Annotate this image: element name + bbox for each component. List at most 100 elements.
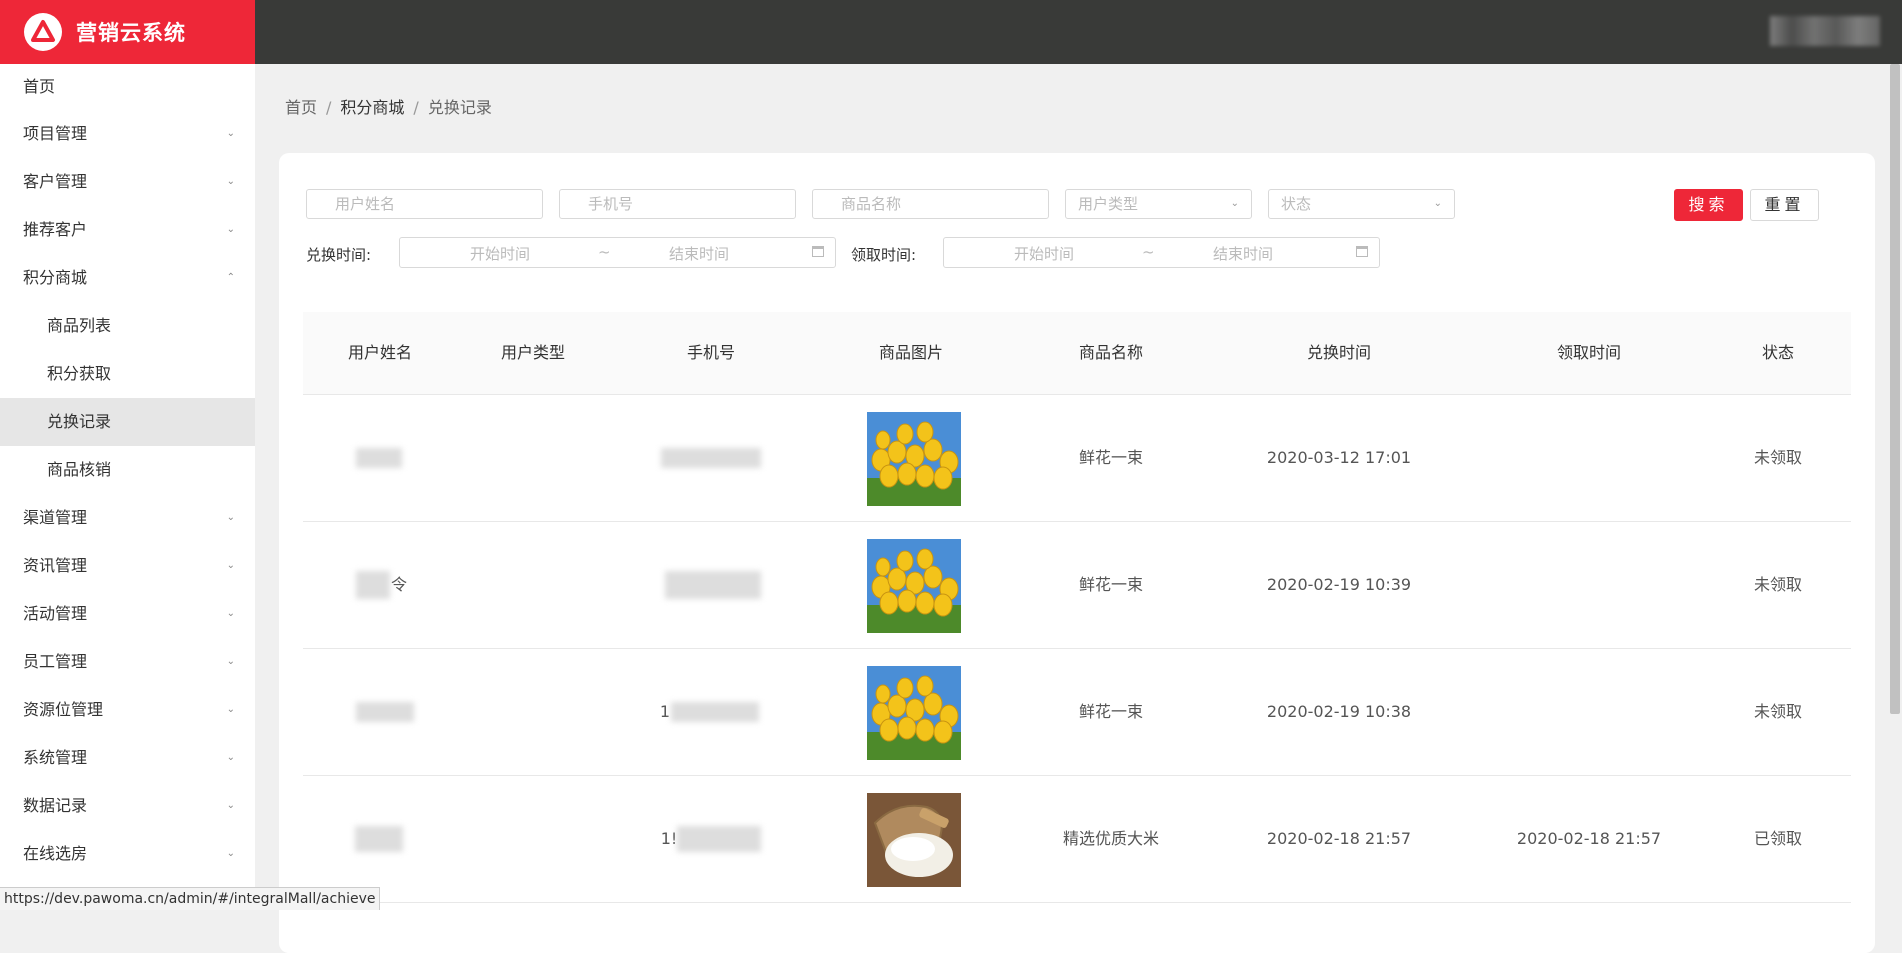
- col-phone: 手机号: [686, 343, 736, 362]
- cell-status: 已领取: [1753, 829, 1803, 848]
- phone-input[interactable]: [559, 189, 796, 219]
- sidebar-subitem-points-earn[interactable]: 积分获取: [0, 350, 255, 398]
- cell-exchange-time: 2020-02-18 21:57: [1266, 829, 1412, 848]
- sidebar-item-projects[interactable]: 项目管理 ⌄: [0, 110, 255, 158]
- cell-user-name: 令: [390, 575, 408, 594]
- sidebar: 首页 项目管理 ⌄ 客户管理 ⌄ 推荐客户 ⌄ 积分商城 ⌃ 商品列表 积分获取…: [0, 64, 255, 910]
- col-product-name: 商品名称: [1078, 343, 1144, 362]
- sidebar-item-resource-slots[interactable]: 资源位管理 ⌄: [0, 686, 255, 734]
- status-placeholder: 状态: [1281, 195, 1312, 213]
- app-title: 营销云系统: [76, 21, 186, 45]
- redacted-user-name: [356, 702, 414, 722]
- sidebar-item-label: 在线选房: [23, 844, 88, 863]
- sidebar-item-label: 商品列表: [47, 316, 112, 335]
- sidebar-item-staff[interactable]: 员工管理 ⌄: [0, 638, 255, 686]
- sidebar-subitem-product-redemption[interactable]: 商品核销: [0, 446, 255, 494]
- sidebar-item-news[interactable]: 资讯管理 ⌄: [0, 542, 255, 590]
- sidebar-item-online-house[interactable]: 在线选房 ⌄: [0, 830, 255, 878]
- col-exchange-time: 兑换时间: [1306, 343, 1372, 362]
- records-table: 用户姓名 用户类型 手机号 商品图片 商品名称 兑换时间 领取时间 状态 鲜花一…: [303, 312, 1851, 903]
- sidebar-item-referrals[interactable]: 推荐客户 ⌄: [0, 206, 255, 254]
- breadcrumb: 首页 / 积分商城 / 兑换记录: [285, 94, 492, 118]
- table-row[interactable]: 1 鲜花一束 2020-02-19 10:38 未领取: [303, 649, 1851, 776]
- sidebar-subitem-product-list[interactable]: 商品列表: [0, 302, 255, 350]
- table-row[interactable]: 1! 精选优质大米 2020-02-18 21:57 2020-02-18 21…: [303, 776, 1851, 903]
- sidebar-item-activities[interactable]: 活动管理 ⌄: [0, 590, 255, 638]
- redacted-phone: [677, 826, 761, 852]
- status-select[interactable]: 状态 ⌄: [1268, 189, 1455, 219]
- claim-time-range[interactable]: 开始时间 ~ 结束时间: [943, 237, 1380, 268]
- breadcrumb-home[interactable]: 首页: [285, 98, 317, 117]
- redacted-user-name: [356, 448, 402, 468]
- reset-button[interactable]: 重置: [1750, 189, 1819, 221]
- col-status: 状态: [1761, 343, 1795, 362]
- chevron-down-icon: ⌄: [226, 608, 235, 619]
- sidebar-item-label: 数据记录: [23, 796, 88, 815]
- sidebar-item-channels[interactable]: 渠道管理 ⌄: [0, 494, 255, 542]
- breadcrumb-separator: /: [413, 98, 419, 117]
- sidebar-item-label: 积分获取: [47, 364, 112, 383]
- sidebar-item-label: 系统管理: [23, 748, 88, 767]
- user-avatar[interactable]: [1770, 16, 1880, 46]
- cell-exchange-time: 2020-03-12 17:01: [1266, 448, 1412, 467]
- claim-time-label: 领取时间:: [851, 246, 917, 264]
- user-name-input[interactable]: [306, 189, 543, 219]
- exchange-time-range[interactable]: 开始时间 ~ 结束时间: [399, 237, 836, 268]
- cell-product-name: 精选优质大米: [1062, 829, 1160, 848]
- chevron-down-icon: ⌄: [226, 224, 235, 235]
- sidebar-item-label: 资讯管理: [23, 556, 88, 575]
- tulip-product-image: [867, 666, 961, 760]
- user-type-placeholder: 用户类型: [1078, 195, 1139, 213]
- sidebar-item-system[interactable]: 系统管理 ⌄: [0, 734, 255, 782]
- redacted-phone: [665, 571, 761, 599]
- cell-status: 未领取: [1753, 448, 1803, 467]
- sidebar-item-points-mall[interactable]: 积分商城 ⌃: [0, 254, 255, 302]
- sidebar-item-label: 兑换记录: [47, 412, 112, 431]
- chevron-down-icon: ⌄: [226, 176, 235, 187]
- cell-exchange-time: 2020-02-19 10:39: [1266, 575, 1412, 594]
- breadcrumb-section[interactable]: 积分商城: [340, 98, 404, 117]
- redacted-user-name: [356, 571, 390, 599]
- chevron-down-icon: ⌄: [226, 128, 235, 139]
- scrollbar-thumb[interactable]: [1890, 64, 1900, 714]
- cell-product-name: 鲜花一束: [1078, 575, 1144, 594]
- redacted-phone: [671, 702, 759, 722]
- sidebar-item-data-records[interactable]: 数据记录 ⌄: [0, 782, 255, 830]
- sidebar-item-customers[interactable]: 客户管理 ⌄: [0, 158, 255, 206]
- rice-product-image: [867, 793, 961, 887]
- table-header: 用户姓名 用户类型 手机号 商品图片 商品名称 兑换时间 领取时间 状态: [303, 312, 1851, 395]
- range-separator: ~: [1142, 243, 1155, 261]
- redacted-user-name: [355, 826, 403, 852]
- redacted-phone: [661, 448, 761, 468]
- main-content: 首页 / 积分商城 / 兑换记录 用户类型 ⌄ 状态 ⌄ 搜索 重置 兑换时间: 开始时…: [255, 64, 1902, 953]
- sidebar-item-home[interactable]: 首页: [0, 64, 255, 110]
- cell-exchange-time: 2020-02-19 10:38: [1266, 702, 1412, 721]
- sidebar-item-label: 渠道管理: [23, 508, 88, 527]
- top-bar: [255, 0, 1902, 64]
- chevron-down-icon: ⌄: [226, 560, 235, 571]
- user-type-select[interactable]: 用户类型 ⌄: [1065, 189, 1252, 219]
- chevron-down-icon: ⌄: [226, 800, 235, 811]
- sidebar-item-label: 项目管理: [23, 124, 88, 143]
- chevron-down-icon: ⌄: [226, 752, 235, 763]
- search-button[interactable]: 搜索: [1674, 189, 1743, 221]
- table-row[interactable]: 令 鲜花一束 2020-02-19 10:39 未领取: [303, 522, 1851, 649]
- sidebar-item-label: 资源位管理: [23, 700, 104, 719]
- sidebar-item-label: 商品核销: [47, 460, 112, 479]
- cell-status: 未领取: [1753, 575, 1803, 594]
- col-user-name: 用户姓名: [347, 343, 413, 362]
- table-row[interactable]: 鲜花一束 2020-03-12 17:01 未领取: [303, 395, 1851, 522]
- product-name-input[interactable]: [812, 189, 1049, 219]
- range-separator: ~: [598, 243, 611, 261]
- app-logo[interactable]: 营销云系统: [0, 0, 255, 64]
- page-scrollbar[interactable]: [1888, 64, 1902, 910]
- exchange-time-label: 兑换时间:: [306, 246, 372, 264]
- chevron-down-icon: ⌄: [1230, 198, 1239, 209]
- chevron-down-icon: ⌄: [226, 704, 235, 715]
- chevron-up-icon: ⌃: [226, 272, 235, 283]
- sidebar-subitem-exchange-records[interactable]: 兑换记录: [0, 398, 255, 446]
- tulip-product-image: [867, 539, 961, 633]
- chevron-down-icon: ⌄: [226, 656, 235, 667]
- breadcrumb-separator: /: [326, 98, 332, 117]
- exchange-start-placeholder: 开始时间: [470, 245, 531, 263]
